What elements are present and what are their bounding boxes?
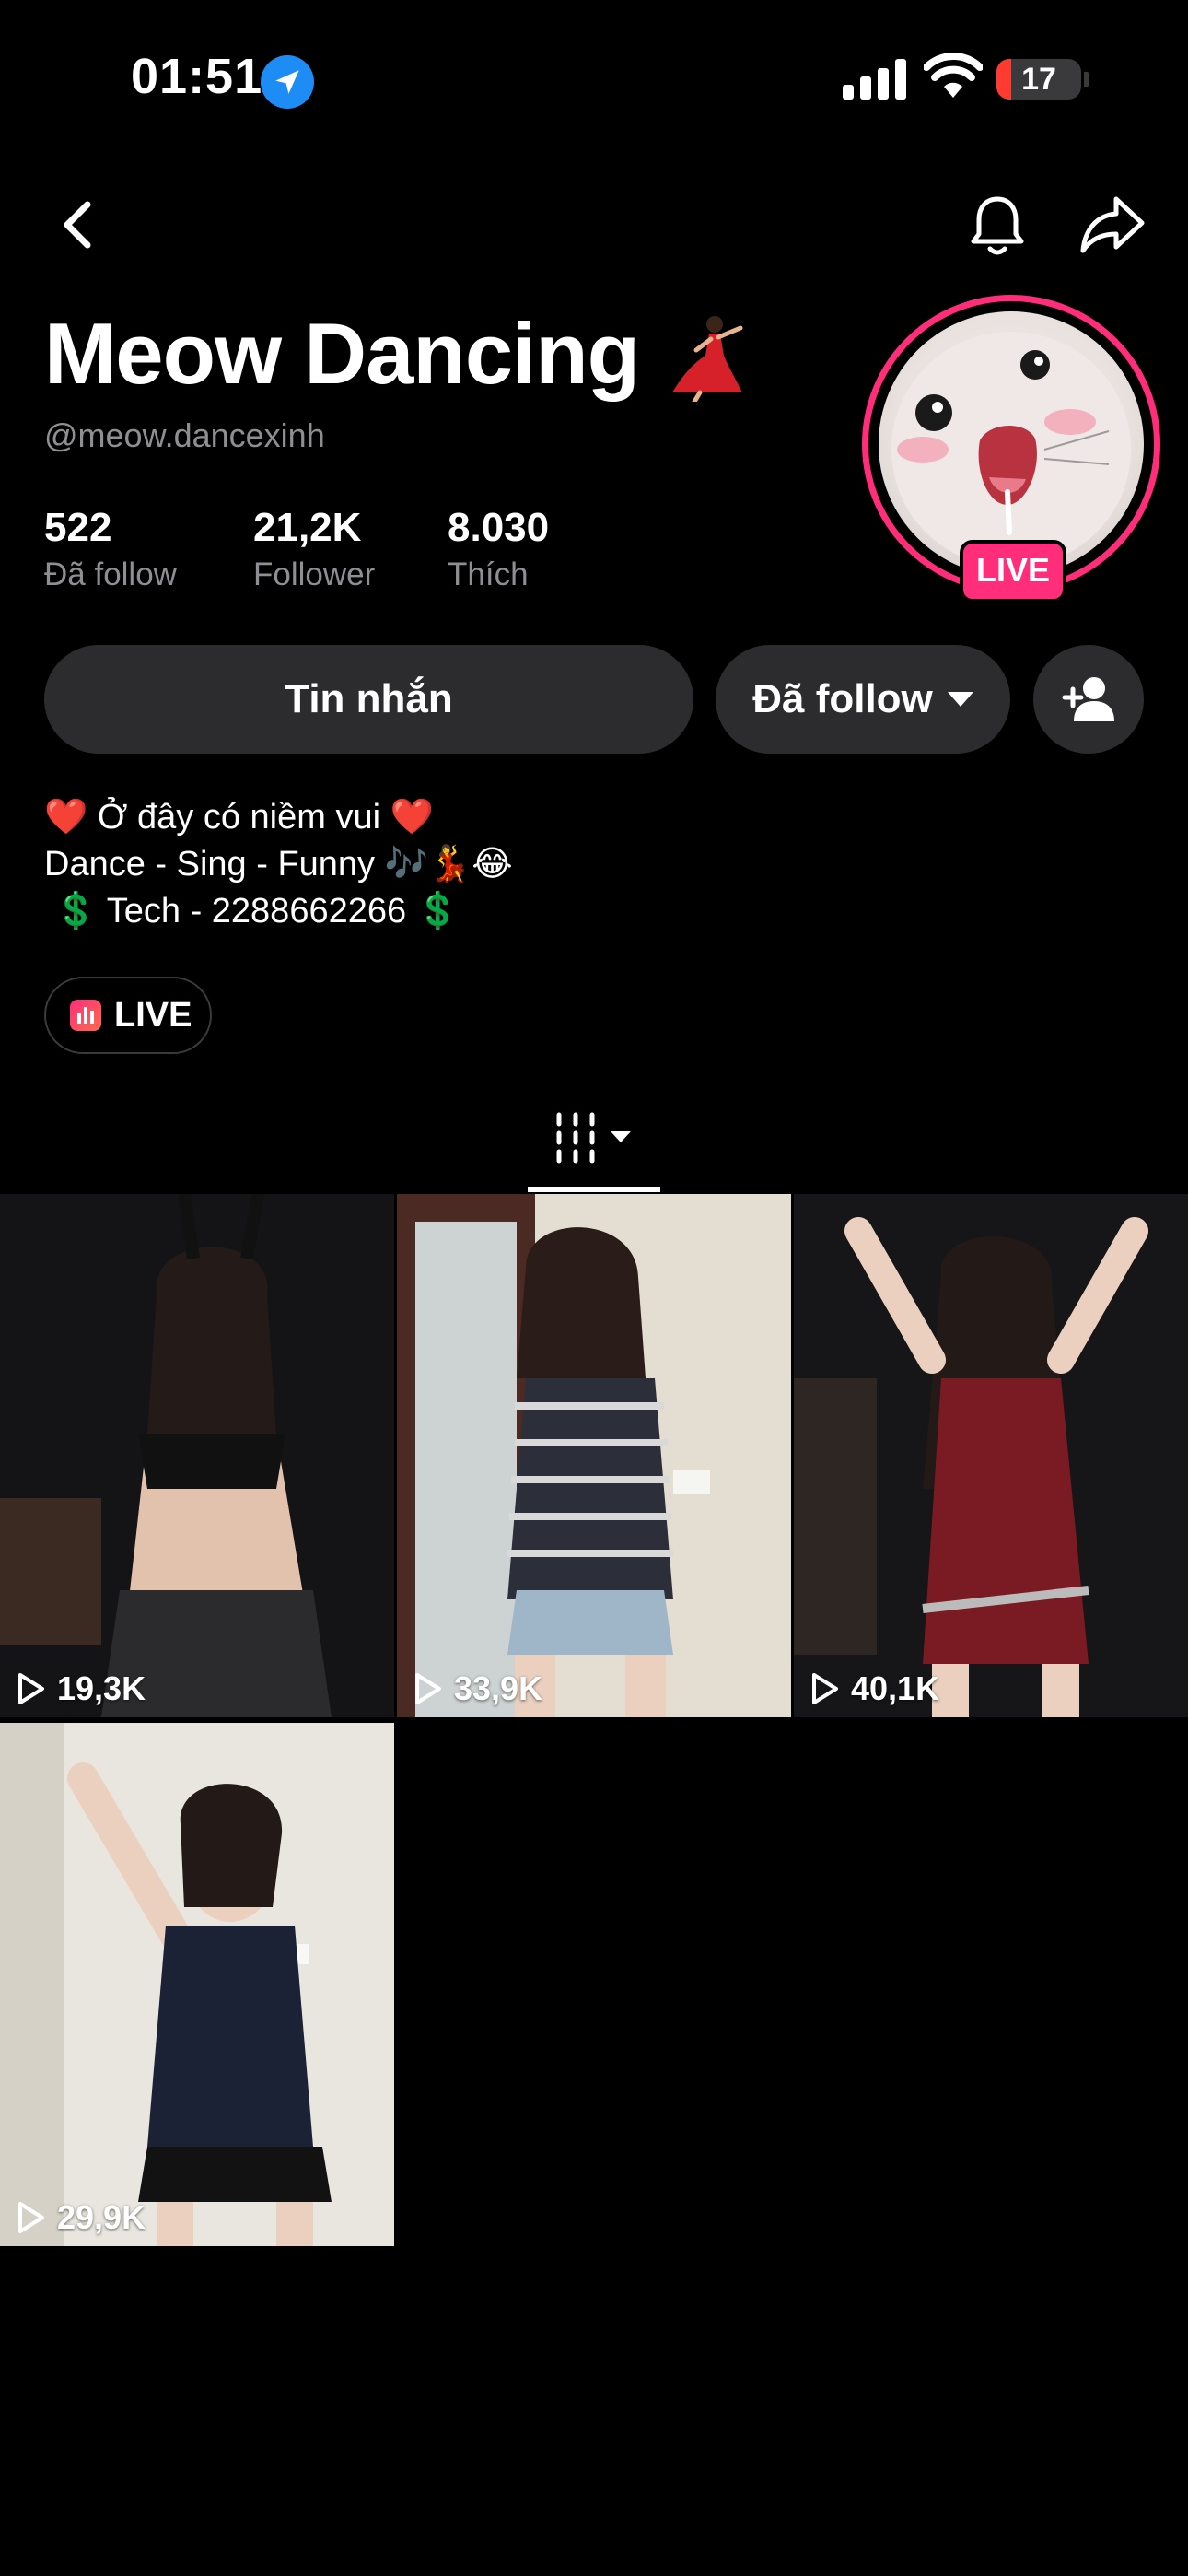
profile-name: Meow Dancing <box>44 305 640 402</box>
profile-handle: @meow.dancexinh <box>44 416 325 454</box>
video-views: 29,9K <box>17 2198 146 2237</box>
cellular-signal-icon <box>843 59 906 100</box>
share-arrow-icon[interactable] <box>1079 193 1146 254</box>
message-button[interactable]: Tin nhắn <box>44 645 693 754</box>
stat-likes-value: 8.030 <box>448 505 550 550</box>
video-views-count: 29,9K <box>57 2198 146 2236</box>
status-time: 01:51 <box>131 49 263 104</box>
live-link-pill[interactable]: LIVE <box>44 977 212 1054</box>
video-views: 40,1K <box>810 1669 939 1708</box>
status-bar: 01:51 17 <box>0 0 1188 157</box>
following-button-label: Đã follow <box>752 676 933 721</box>
live-bars-icon <box>70 1000 101 1031</box>
video-views-count: 19,3K <box>57 1669 146 1707</box>
add-friend-button[interactable] <box>1033 645 1144 754</box>
wifi-icon <box>924 53 983 98</box>
battery-percent: 17 <box>1021 62 1056 97</box>
stat-following-label: Đã follow <box>44 556 177 592</box>
play-icon <box>18 1673 44 1704</box>
video-thumbnail-image <box>794 1194 1188 1717</box>
bio-line-1: ❤️ Ở đây có niềm vui ❤️ <box>44 798 434 837</box>
video-views: 19,3K <box>17 1669 146 1708</box>
avatar[interactable] <box>879 311 1144 577</box>
tab-active-indicator <box>528 1187 660 1192</box>
video-thumbnail-image <box>0 1723 394 2246</box>
message-button-label: Tin nhắn <box>285 676 453 721</box>
video-thumbnail[interactable]: 29,9K <box>0 1723 394 2246</box>
battery-indicator: 17 <box>996 59 1081 100</box>
back-chevron-icon[interactable] <box>51 192 102 258</box>
battery-tip <box>1084 72 1089 87</box>
bio-line-2: Dance - Sing - Funny 🎶💃😂 <box>44 845 513 884</box>
video-thumbnail[interactable]: 40,1K <box>794 1194 1188 1717</box>
following-dropdown-button[interactable]: Đã follow <box>716 645 1010 754</box>
stat-following-value: 522 <box>44 505 112 550</box>
tab-videos-grid[interactable] <box>528 1102 660 1190</box>
video-thumbnail-image <box>397 1194 791 1717</box>
play-icon <box>18 2202 44 2233</box>
dancer-emoji-icon <box>672 316 743 402</box>
stat-followers-label: Follower <box>253 556 376 592</box>
stat-followers[interactable]: 21,2K Follower <box>253 505 375 595</box>
location-icon <box>261 55 314 109</box>
profile-bio: ❤️ Ở đây có niềm vui ❤️ Dance - Sing - Fu… <box>44 794 513 935</box>
caret-down-icon <box>947 692 973 707</box>
bio-line-3: 💲 Tech - 2288662266 💲 <box>44 892 460 931</box>
stat-followers-value: 21,2K <box>253 505 362 550</box>
video-thumbnail[interactable]: 33,9K <box>397 1194 791 1717</box>
grid-columns-icon <box>556 1112 631 1164</box>
stat-likes-label: Thích <box>448 556 529 592</box>
play-icon <box>812 1673 838 1704</box>
cat-avatar-image <box>891 332 1131 568</box>
stat-likes[interactable]: 8.030 Thích <box>448 505 549 595</box>
video-views-count: 33,9K <box>454 1669 543 1707</box>
stat-following[interactable]: 522 Đã follow <box>44 505 177 595</box>
bell-icon[interactable] <box>967 192 1028 258</box>
live-badge[interactable]: LIVE <box>960 540 1066 603</box>
video-thumbnail[interactable]: 19,3K <box>0 1194 394 1717</box>
live-pill-label: LIVE <box>114 995 192 1035</box>
video-views-count: 40,1K <box>851 1669 940 1707</box>
add-user-icon <box>1062 677 1114 721</box>
video-views: 33,9K <box>413 1669 542 1708</box>
video-thumbnail-image <box>0 1194 394 1717</box>
play-icon <box>415 1673 441 1704</box>
